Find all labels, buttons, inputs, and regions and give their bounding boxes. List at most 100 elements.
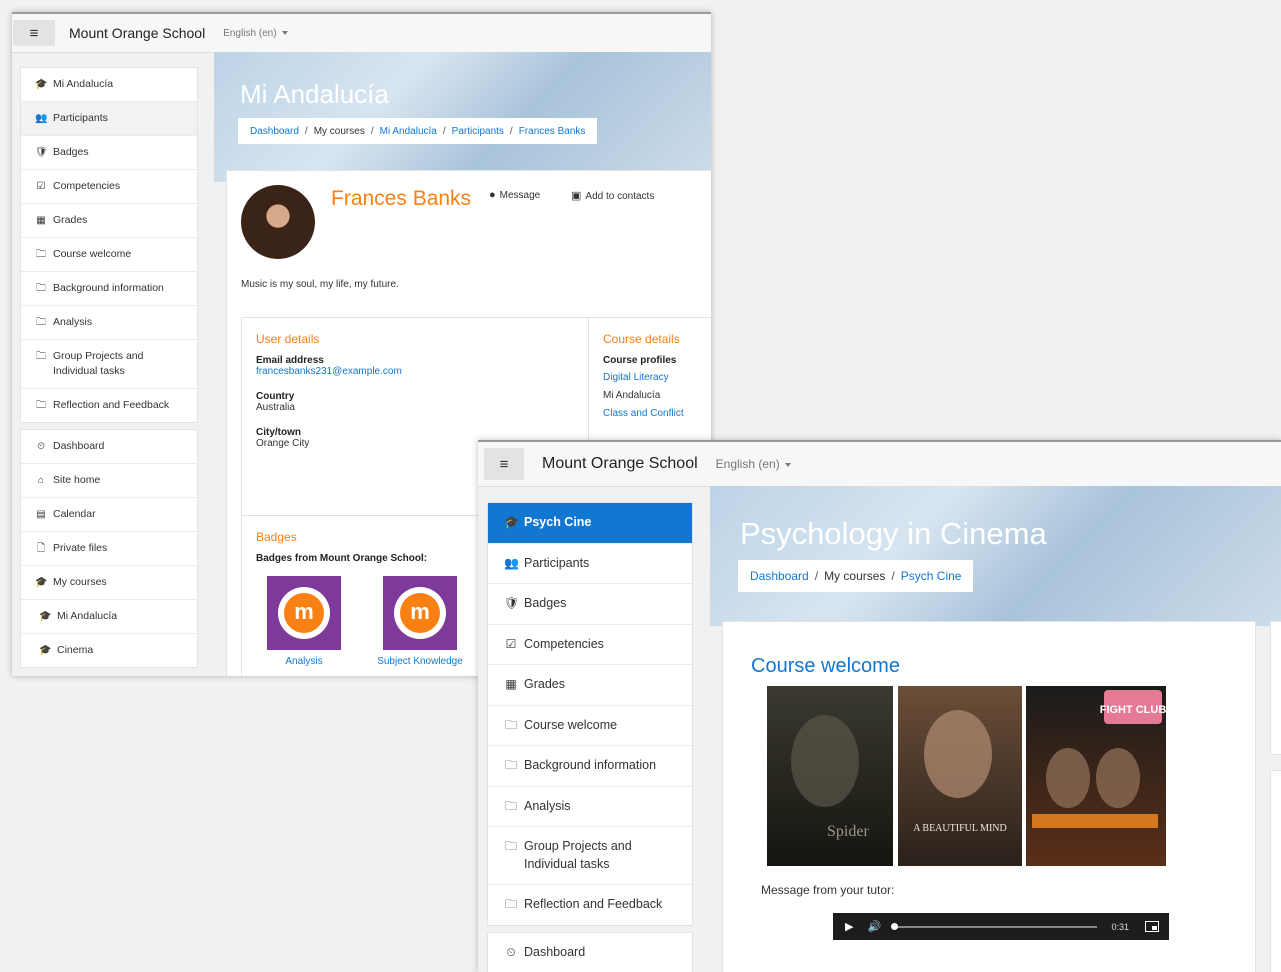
sidebar-item-course-welcome[interactable]: 🗀 Course welcome (488, 706, 692, 746)
message-label: Message (499, 190, 541, 201)
breadcrumb-course[interactable]: Psych Cine (901, 569, 962, 583)
menu-toggle-button[interactable]: ≡ (484, 448, 524, 480)
folder-icon: 🗀 (504, 839, 517, 853)
folder-icon: 🗀 (36, 249, 46, 260)
page-title: Psychology in Cinema (740, 516, 1047, 551)
sidebar-item-site-home[interactable]: ⌂ Site home (21, 464, 197, 498)
add-to-contacts-link[interactable]: ▣ Add to contacts (571, 189, 654, 202)
site-name[interactable]: Mount Orange School (69, 25, 205, 41)
speech-bubble-icon: ● (489, 189, 496, 201)
sidebar-item-participants[interactable]: 👥 Participants (21, 102, 197, 136)
site-name[interactable]: Mount Orange School (542, 455, 698, 473)
language-menu[interactable]: English (en) (716, 457, 791, 471)
breadcrumb-user[interactable]: Frances Banks (519, 126, 586, 137)
a-beautiful-mind-poster[interactable]: A BEAUTIFUL MIND (898, 686, 1022, 866)
sidebar-item-participants[interactable]: 👥 Participants (488, 544, 692, 584)
breadcrumb-separator: / (370, 125, 374, 137)
play-icon[interactable]: ▶ (845, 920, 853, 933)
course-link-digital-literacy[interactable]: Digital Literacy (603, 372, 711, 383)
avatar (241, 185, 315, 259)
sidebar-item-label: Background information (53, 282, 164, 294)
sidebar-item-dashboard[interactable]: ⏲ Dashboard (21, 430, 197, 464)
spider-poster[interactable]: Spider (767, 686, 893, 866)
address-card-icon: ▣ (571, 190, 582, 202)
graduation-cap-icon: 🎓 (39, 611, 52, 622)
course-nav: 🎓 Psych Cine 👥 Participants 🛡 Badges ☑ Compe… (487, 502, 693, 926)
breadcrumb-course[interactable]: Mi Andalucía (380, 126, 437, 137)
section-title[interactable]: Course welcome (751, 655, 900, 678)
breadcrumb-dashboard[interactable]: Dashboard (250, 126, 299, 137)
profile-description: Music is my soul, my life, my future. (241, 279, 399, 290)
sidebar-item-course[interactable]: 🎓 Psych Cine (488, 503, 692, 544)
sidebar-item-competencies[interactable]: ☑ Competencies (488, 625, 692, 665)
side-block-stub (1270, 621, 1281, 755)
badge-subject-knowledge[interactable]: m Subject Knowledge (372, 576, 468, 667)
sidebar-item-calendar[interactable]: ▤ Calendar (21, 498, 197, 532)
hamburger-icon: ≡ (29, 24, 39, 42)
sidebar-item-label: Badges (524, 596, 567, 610)
site-nav: ⏲ Dashboard ⌂ Site home ▤ Calendar 🗋 Private… (20, 429, 198, 668)
sidebar-item-badges[interactable]: 🛡 Badges (488, 584, 692, 625)
profile-name: Frances Banks (331, 187, 472, 210)
sidebar-item-grades[interactable]: ▦ Grades (21, 204, 197, 238)
language-label[interactable]: English (en) (716, 457, 780, 471)
calendar-icon: ▤ (36, 509, 46, 520)
sidebar-item-reflection[interactable]: 🗀 Reflection and Feedback (488, 885, 692, 925)
message-link[interactable]: ● Message (489, 189, 540, 201)
sidebar-item-label: Group Projects and Individual tasks (524, 839, 632, 871)
breadcrumb-separator: / (442, 125, 446, 137)
sidebar-item-course[interactable]: 🎓 Mi Andalucía (21, 68, 197, 102)
sidebar-item-grades[interactable]: ▦ Grades (488, 665, 692, 706)
sidebar-item-background-information[interactable]: 🗀 Background information (488, 746, 692, 787)
time-display: 0:31 (1111, 921, 1129, 932)
dashboard-icon: ⏲ (506, 944, 516, 959)
fight-club-poster[interactable]: FIGHT CLUB (1026, 686, 1166, 866)
sidebar-item-cinema[interactable]: 🎓 Cinema (21, 634, 197, 667)
breadcrumb-my-courses: My courses (824, 569, 886, 583)
sidebar-item-badges[interactable]: 🛡 Badges (21, 136, 197, 170)
sidebar-item-reflection[interactable]: 🗀 Reflection and Feedback (21, 389, 197, 422)
sidebar-item-mi-andalucia[interactable]: 🎓 Mi Andalucía (21, 600, 197, 634)
graduation-cap-icon: 🎓 (504, 515, 519, 529)
sidebar-item-analysis[interactable]: 🗀 Analysis (21, 306, 197, 340)
shield-icon: 🛡 (504, 596, 520, 610)
badge-label: Analysis (285, 656, 323, 667)
sidebar-item-private-files[interactable]: 🗋 Private files (21, 532, 197, 566)
picture-in-picture-icon[interactable] (1145, 921, 1159, 932)
home-icon: ⌂ (37, 475, 45, 486)
file-icon: 🗋 (36, 543, 46, 554)
sidebar-item-competencies[interactable]: ☑ Competencies (21, 170, 197, 204)
course-link-class-and-conflict[interactable]: Class and Conflict (603, 408, 711, 419)
site-nav: ⏲ Dashboard (487, 931, 693, 972)
language-label[interactable]: English (en) (223, 28, 276, 39)
breadcrumb-dashboard[interactable]: Dashboard (750, 569, 809, 583)
sidebar-item-course-welcome[interactable]: 🗀 Course welcome (21, 238, 197, 272)
email-link[interactable]: francesbanks231@example.com (256, 366, 574, 377)
sidebar-item-label: Site home (53, 474, 101, 486)
breadcrumb-participants[interactable]: Participants (452, 126, 504, 137)
sidebar-item-analysis[interactable]: 🗀 Analysis (488, 787, 692, 827)
menu-toggle-button[interactable]: ≡ (13, 20, 55, 46)
moodle-logo-icon: m (400, 593, 440, 633)
course-nav: 🎓 Mi Andalucía 👥 Participants 🛡 Badges ☑ Com… (20, 67, 198, 423)
breadcrumb: Dashboard / My courses / Mi Andalucía / … (238, 118, 598, 144)
sidebar-item-dashboard[interactable]: ⏲ Dashboard (488, 933, 692, 972)
progress-slider[interactable] (891, 922, 1098, 930)
sidebar-item-label: Private files (53, 542, 108, 554)
folder-icon: 🗀 (504, 717, 517, 732)
progress-handle[interactable] (891, 922, 899, 930)
folder-icon: 🗀 (504, 758, 517, 772)
poster-title-spider: Spider (827, 823, 869, 840)
sidebar-item-group-projects[interactable]: 🗀 Group Projects and Individual tasks (488, 827, 692, 885)
sidebar-item-my-courses[interactable]: 🎓 My courses (21, 566, 197, 600)
course-current-mi-andalucia: Mi Andalucía (603, 390, 661, 401)
sidebar-item-background-information[interactable]: 🗀 Background information (21, 272, 197, 306)
users-icon: 👥 (35, 113, 48, 124)
badge-analysis[interactable]: m Analysis (256, 576, 352, 667)
audio-player: ▶ 🔊 0:31 (833, 913, 1169, 940)
language-menu[interactable]: English (en) (223, 28, 288, 39)
sidebar-item-group-projects[interactable]: 🗀 Group Projects and Individual tasks (21, 340, 197, 389)
breadcrumb-separator: / (891, 569, 895, 583)
volume-icon[interactable]: 🔊 (867, 920, 881, 933)
sidebar-item-label: Mi Andalucía (53, 78, 114, 90)
